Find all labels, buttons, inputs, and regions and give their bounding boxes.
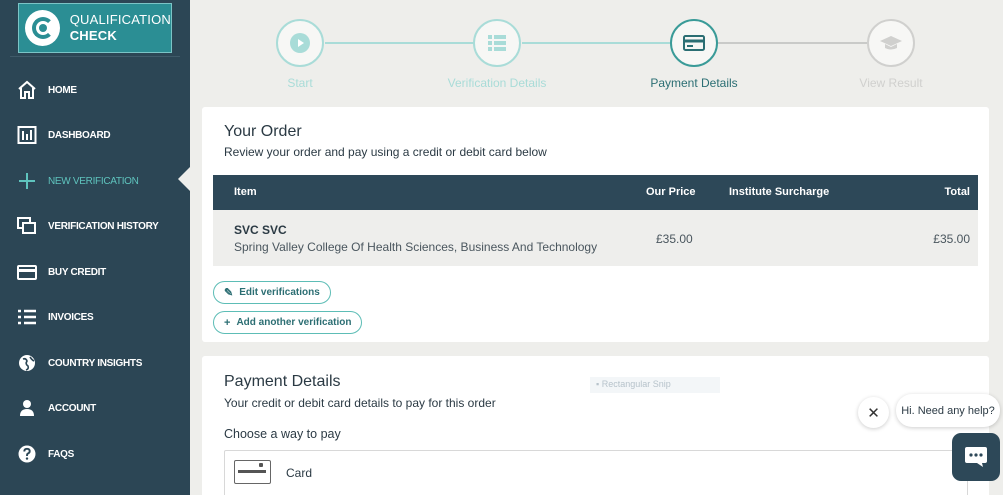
credit-card-icon	[683, 35, 705, 51]
plus-icon: +	[224, 316, 231, 329]
order-card: Your Order Review your order and pay usi…	[202, 107, 989, 342]
snip-overlay: ▪ Rectangular Snip	[590, 377, 720, 393]
sidebar-item-buy-credit[interactable]: BUY CREDIT	[0, 257, 190, 287]
item-name: SVC SVC	[234, 223, 287, 237]
question-icon	[17, 444, 37, 464]
sidebar-item-label: INVOICES	[48, 311, 94, 323]
payment-title: Payment Details	[224, 373, 341, 390]
step-connector	[522, 42, 692, 44]
history-icon	[17, 216, 37, 236]
sidebar-item-faqs[interactable]: FAQS	[0, 439, 190, 469]
step-label: Payment Details	[650, 76, 738, 90]
edit-verifications-label: Edit verifications	[239, 287, 320, 298]
sidebar-item-home[interactable]: HOME	[0, 75, 190, 105]
sidebar-item-new-verification[interactable]: NEW VERIFICATION	[0, 166, 190, 196]
sidebar-item-country-insights[interactable]: COUNTRY INSIGHTS	[0, 348, 190, 378]
sidebar-item-invoices[interactable]: INVOICES	[0, 302, 190, 332]
card-icon	[234, 460, 271, 484]
item-institution: Spring Valley College Of Health Sciences…	[234, 240, 598, 254]
edit-verifications-button[interactable]: ✎ Edit verifications	[213, 281, 331, 304]
globe-icon	[17, 353, 37, 373]
column-header-surcharge: Institute Surcharge	[729, 186, 830, 198]
play-icon	[290, 33, 310, 53]
logo-mark-icon	[25, 10, 60, 46]
order-subtitle: Review your order and pay using a credit…	[224, 145, 547, 159]
order-table: Item Our Price Institute Surcharge Total…	[213, 175, 978, 266]
chat-launcher-button[interactable]	[952, 433, 1000, 481]
table-row: SVC SVC Spring Valley College Of Health …	[213, 210, 978, 266]
progress-stepper: Start Verification Details Payment Detai…	[190, 0, 1003, 100]
sidebar-item-label: BUY CREDIT	[48, 266, 106, 278]
step-start[interactable]	[276, 19, 324, 67]
step-connector	[718, 42, 890, 44]
divider	[10, 56, 180, 57]
add-verification-label: Add another verification	[236, 317, 352, 328]
sidebar-item-label: NEW VERIFICATION	[48, 175, 139, 187]
dashboard-icon	[17, 125, 37, 145]
item-price: £35.00	[656, 232, 693, 246]
item-total: £35.00	[933, 232, 970, 246]
table-header: Item Our Price Institute Surcharge Total	[213, 175, 978, 210]
chat-icon	[965, 447, 987, 467]
step-label: Verification Details	[447, 76, 547, 90]
close-icon: ✕	[867, 404, 880, 422]
chat-close-button[interactable]: ✕	[858, 397, 889, 428]
sidebar-item-label: DASHBOARD	[48, 129, 111, 141]
credit-card-icon	[17, 262, 37, 282]
sidebar-item-label: HOME	[48, 84, 77, 96]
brand-logo[interactable]: QUALIFICATION CHECK	[18, 3, 172, 53]
sidebar-item-label: VERIFICATION HISTORY	[48, 220, 159, 232]
card-option-label: Card	[286, 466, 313, 480]
sidebar-item-label: COUNTRY INSIGHTS	[48, 357, 143, 369]
sidebar-item-label: ACCOUNT	[48, 402, 96, 414]
add-verification-button[interactable]: + Add another verification	[213, 311, 363, 334]
step-view-result[interactable]	[867, 19, 915, 67]
column-header-item: Item	[234, 186, 257, 198]
home-icon	[17, 80, 37, 100]
sidebar-item-verification-history[interactable]: VERIFICATION HISTORY	[0, 211, 190, 241]
user-icon	[17, 398, 37, 418]
brand-line1: QUALIFICATION	[69, 12, 171, 27]
step-payment-details[interactable]	[670, 19, 718, 67]
choose-payment-label: Choose a way to pay	[224, 427, 341, 441]
order-title: Your Order	[224, 123, 302, 140]
active-indicator	[178, 167, 190, 191]
graduation-cap-icon	[880, 36, 902, 50]
sidebar-item-label: FAQS	[48, 448, 75, 460]
step-verification-details[interactable]	[473, 19, 521, 67]
pencil-icon: ✎	[224, 287, 234, 299]
card-payment-option[interactable]: Card	[224, 450, 968, 495]
brand-line2: CHECK	[69, 28, 117, 43]
plus-icon	[17, 171, 37, 191]
step-label: Start	[287, 76, 313, 90]
step-label: View Result	[859, 76, 923, 90]
chat-prompt[interactable]: Hi. Need any help?	[896, 394, 1000, 427]
list-icon	[488, 35, 506, 51]
step-connector	[325, 42, 495, 44]
list-icon	[17, 307, 37, 327]
sidebar-item-dashboard[interactable]: DASHBOARD	[0, 120, 190, 150]
payment-subtitle: Your credit or debit card details to pay…	[224, 396, 496, 410]
column-header-price: Our Price	[646, 186, 696, 198]
sidebar: QUALIFICATION CHECK HOME DASHBOARD NEW V…	[0, 0, 190, 495]
column-header-total: Total	[944, 186, 970, 198]
sidebar-item-account[interactable]: ACCOUNT	[0, 393, 190, 423]
